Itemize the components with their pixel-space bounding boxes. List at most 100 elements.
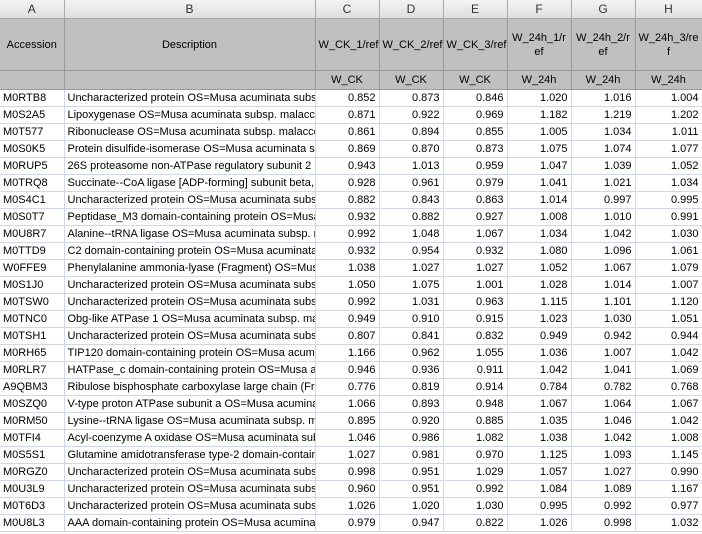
cell-w-ck-2[interactable]: 0.922 xyxy=(379,106,444,124)
cell-description[interactable]: Phenylalanine ammonia-lyase (Fragment) O… xyxy=(64,259,316,277)
cell-w-24h-2[interactable]: 1.101 xyxy=(571,293,636,311)
cell-w-24h-2[interactable]: 1.093 xyxy=(571,446,636,464)
column-header-b[interactable]: B xyxy=(64,0,316,19)
cell-description[interactable]: Obg-like ATPase 1 OS=Musa acuminata subs… xyxy=(64,310,316,328)
column-header-e[interactable]: E xyxy=(443,0,508,19)
cell-description[interactable]: Lysine--tRNA ligase OS=Musa acuminata su… xyxy=(64,412,316,430)
cell-accession[interactable]: M0U8R7 xyxy=(0,225,65,243)
cell-w-24h-2[interactable]: 1.219 xyxy=(571,106,636,124)
cell-w-24h-2[interactable]: 1.030 xyxy=(571,310,636,328)
cell-w-ck-2[interactable]: 0.986 xyxy=(379,429,444,447)
cell-w-24h-2[interactable]: 1.046 xyxy=(571,412,636,430)
cell-accession[interactable]: A9QBM3 xyxy=(0,378,65,396)
cell-description[interactable]: 26S proteasome non-ATPase regulatory sub… xyxy=(64,157,316,175)
column-header-c[interactable]: C xyxy=(315,0,380,19)
cell-w-ck-1[interactable]: 0.946 xyxy=(315,361,380,379)
cell-w-24h-2[interactable]: 1.014 xyxy=(571,276,636,294)
cell-w-ck-3[interactable]: 0.927 xyxy=(443,208,508,226)
cell-w-ck-3[interactable]: 0.832 xyxy=(443,327,508,345)
header-description[interactable]: Description xyxy=(64,18,316,71)
cell-w-ck-3[interactable]: 0.979 xyxy=(443,174,508,192)
cell-w-ck-3[interactable]: 0.963 xyxy=(443,293,508,311)
cell-w-ck-1[interactable]: 0.928 xyxy=(315,174,380,192)
cell-w-ck-3[interactable]: 1.001 xyxy=(443,276,508,294)
cell-description[interactable]: Uncharacterized protein OS=Musa acuminat… xyxy=(64,463,316,481)
cell-accession[interactable]: M0TTD9 xyxy=(0,242,65,260)
cell-w-ck-1[interactable]: 0.943 xyxy=(315,157,380,175)
cell-w-24h-3[interactable]: 1.167 xyxy=(635,480,702,498)
cell-w-24h-3[interactable]: 1.061 xyxy=(635,242,702,260)
cell-w-24h-3[interactable]: 1.011 xyxy=(635,123,702,141)
cell-w-ck-1[interactable]: 0.992 xyxy=(315,225,380,243)
cell-w-24h-3[interactable]: 1.145 xyxy=(635,446,702,464)
cell-w-24h-3[interactable]: 0.977 xyxy=(635,497,702,515)
cell-w-24h-1[interactable]: 1.038 xyxy=(507,429,572,447)
cell-w-24h-1[interactable]: 1.020 xyxy=(507,89,572,107)
cell-w-ck-2[interactable]: 1.013 xyxy=(379,157,444,175)
cell-accession[interactable]: M0S0T7 xyxy=(0,208,65,226)
cell-w-ck-2[interactable]: 0.893 xyxy=(379,395,444,413)
cell-w-24h-1[interactable]: 1.057 xyxy=(507,463,572,481)
cell-description[interactable]: Peptidase_M3 domain-containing protein O… xyxy=(64,208,316,226)
cell-w-24h-1[interactable]: 1.075 xyxy=(507,140,572,158)
group-accession[interactable] xyxy=(0,70,65,90)
cell-accession[interactable]: M0RLR7 xyxy=(0,361,65,379)
cell-accession[interactable]: M0RM50 xyxy=(0,412,65,430)
cell-w-24h-3[interactable]: 1.007 xyxy=(635,276,702,294)
cell-w-24h-2[interactable]: 0.942 xyxy=(571,327,636,345)
header-accession[interactable]: Accession xyxy=(0,18,65,71)
cell-w-ck-3[interactable]: 0.915 xyxy=(443,310,508,328)
cell-w-ck-1[interactable]: 0.998 xyxy=(315,463,380,481)
cell-w-24h-3[interactable]: 1.067 xyxy=(635,395,702,413)
cell-w-24h-2[interactable]: 1.089 xyxy=(571,480,636,498)
cell-w-24h-1[interactable]: 1.036 xyxy=(507,344,572,362)
header-w-24h-3[interactable]: W_24h_3/ref xyxy=(635,18,702,71)
cell-w-ck-1[interactable]: 1.166 xyxy=(315,344,380,362)
cell-description[interactable]: Uncharacterized protein OS=Musa acuminat… xyxy=(64,89,316,107)
cell-w-ck-3[interactable]: 1.055 xyxy=(443,344,508,362)
cell-w-ck-1[interactable]: 0.895 xyxy=(315,412,380,430)
cell-w-24h-2[interactable]: 1.010 xyxy=(571,208,636,226)
cell-description[interactable]: Lipoxygenase OS=Musa acuminata subsp. ma… xyxy=(64,106,316,124)
group-w-24h-2[interactable]: W_24h xyxy=(571,70,636,90)
cell-w-24h-3[interactable]: 1.030 xyxy=(635,225,702,243)
cell-w-24h-1[interactable]: 1.047 xyxy=(507,157,572,175)
cell-accession[interactable]: M0U3L9 xyxy=(0,480,65,498)
cell-accession[interactable]: M0TNC0 xyxy=(0,310,65,328)
cell-description[interactable]: V-type proton ATPase subunit a OS=Musa a… xyxy=(64,395,316,413)
cell-w-ck-3[interactable]: 0.959 xyxy=(443,157,508,175)
cell-w-24h-1[interactable]: 1.028 xyxy=(507,276,572,294)
cell-w-24h-2[interactable]: 1.039 xyxy=(571,157,636,175)
cell-w-24h-2[interactable]: 1.067 xyxy=(571,259,636,277)
header-w-24h-2[interactable]: W_24h_2/ref xyxy=(571,18,636,71)
cell-w-ck-3[interactable]: 0.911 xyxy=(443,361,508,379)
cell-description[interactable]: HATPase_c domain-containing protein OS=M… xyxy=(64,361,316,379)
cell-w-ck-1[interactable]: 0.932 xyxy=(315,242,380,260)
cell-w-ck-2[interactable]: 1.031 xyxy=(379,293,444,311)
cell-accession[interactable]: M0T6D3 xyxy=(0,497,65,515)
cell-w-ck-1[interactable]: 0.776 xyxy=(315,378,380,396)
cell-w-24h-3[interactable]: 1.051 xyxy=(635,310,702,328)
cell-description[interactable]: Uncharacterized protein OS=Musa acuminat… xyxy=(64,480,316,498)
cell-w-24h-1[interactable]: 1.182 xyxy=(507,106,572,124)
cell-w-ck-2[interactable]: 0.910 xyxy=(379,310,444,328)
cell-w-24h-2[interactable]: 0.998 xyxy=(571,514,636,532)
cell-w-ck-2[interactable]: 0.894 xyxy=(379,123,444,141)
cell-w-ck-2[interactable]: 0.961 xyxy=(379,174,444,192)
cell-w-ck-3[interactable]: 1.082 xyxy=(443,429,508,447)
cell-accession[interactable]: M0TRQ8 xyxy=(0,174,65,192)
cell-w-24h-1[interactable]: 1.023 xyxy=(507,310,572,328)
cell-w-ck-1[interactable]: 1.027 xyxy=(315,446,380,464)
cell-w-ck-2[interactable]: 0.843 xyxy=(379,191,444,209)
cell-w-24h-1[interactable]: 0.995 xyxy=(507,497,572,515)
cell-accession[interactable]: W0FFE9 xyxy=(0,259,65,277)
cell-w-24h-3[interactable]: 1.034 xyxy=(635,174,702,192)
cell-description[interactable]: TIP120 domain-containing protein OS=Musa… xyxy=(64,344,316,362)
cell-w-ck-1[interactable]: 1.038 xyxy=(315,259,380,277)
cell-w-24h-3[interactable]: 1.004 xyxy=(635,89,702,107)
cell-w-ck-2[interactable]: 0.981 xyxy=(379,446,444,464)
cell-w-24h-3[interactable]: 1.052 xyxy=(635,157,702,175)
cell-description[interactable]: Uncharacterized protein OS=Musa acuminat… xyxy=(64,327,316,345)
cell-w-24h-3[interactable]: 1.042 xyxy=(635,344,702,362)
cell-w-24h-3[interactable]: 1.042 xyxy=(635,412,702,430)
